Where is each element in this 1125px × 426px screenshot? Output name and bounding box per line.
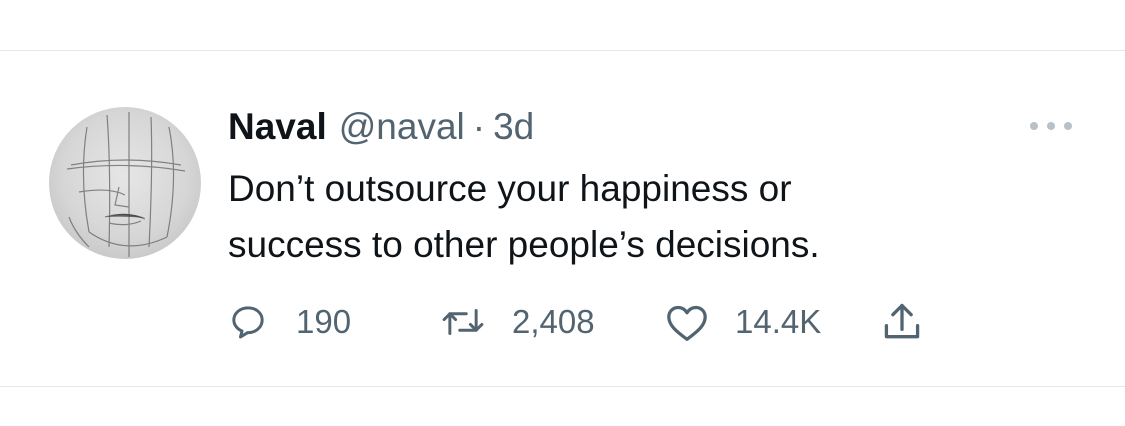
- retweet-button[interactable]: 2,408: [440, 297, 595, 347]
- like-count: 14.4K: [735, 303, 822, 340]
- heart-icon: [667, 305, 707, 341]
- more-options-icon: [1030, 122, 1072, 130]
- reply-button[interactable]: 190: [228, 297, 351, 347]
- tweet[interactable]: Naval @naval · 3d Don’t outsource your h…: [0, 51, 1125, 386]
- share-button[interactable]: [880, 297, 924, 347]
- author-name[interactable]: Naval: [228, 104, 327, 150]
- reply-count: 190: [296, 303, 352, 340]
- more-options-button[interactable]: [1028, 111, 1074, 141]
- tweet-actions: 190 2,408 14.4K: [228, 297, 948, 347]
- retweet-icon: [442, 309, 484, 335]
- tweet-header: Naval @naval · 3d: [228, 104, 534, 150]
- share-icon: [884, 303, 920, 339]
- profile-sketch-avatar: [66, 112, 186, 257]
- avatar[interactable]: [49, 107, 201, 259]
- header-separator: ·: [472, 106, 486, 147]
- tweet-timestamp[interactable]: 3d: [493, 104, 534, 150]
- tweet-text: Don’t outsource your happiness or succes…: [228, 168, 820, 265]
- author-handle[interactable]: @naval: [339, 104, 465, 150]
- like-button[interactable]: 14.4K: [665, 297, 821, 347]
- bottom-divider: [0, 386, 1125, 387]
- reply-icon: [232, 306, 264, 339]
- retweet-count: 2,408: [512, 303, 595, 340]
